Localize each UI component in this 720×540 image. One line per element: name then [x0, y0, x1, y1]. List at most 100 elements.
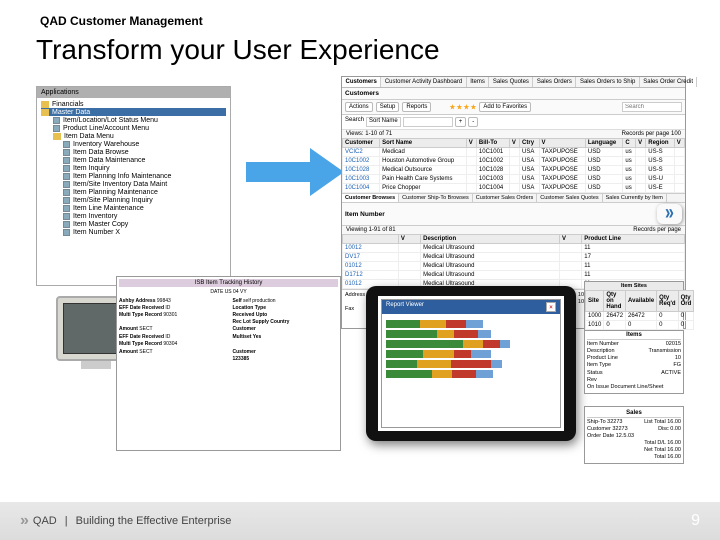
item-icon — [53, 117, 60, 124]
col-header[interactable]: Language — [585, 139, 623, 148]
table-row[interactable]: 01012Medical Ultrasound11 — [343, 262, 685, 271]
sub-tabs: Customer BrowsesCustomer Ship-To Browses… — [342, 193, 685, 203]
tree-node[interactable]: Item/Site Inventory Data Maint — [41, 180, 226, 188]
tree-node[interactable]: Item Planning Info Maintenance — [41, 172, 226, 180]
report-subtitle: DATE US 04 VY — [119, 289, 338, 295]
filter-input[interactable] — [403, 117, 453, 127]
item-icon — [63, 181, 70, 188]
footer: »QAD | Building the Effective Enterprise… — [0, 502, 720, 540]
slide-content: Applications FinancialsMaster DataItem/L… — [36, 76, 684, 456]
setup-button[interactable]: Setup — [376, 102, 400, 112]
pager-range: Views: 1-10 of 71 — [346, 131, 392, 137]
tree-node[interactable]: Item/Location/Lot Status Menu — [41, 116, 226, 124]
item-sites-title: Item Sites — [585, 282, 683, 290]
reports-button[interactable]: Reports — [402, 102, 431, 112]
tree-node[interactable]: Financials — [41, 100, 226, 108]
item-sites-grid: Item Sites SiteQty on HandAvailableQty R… — [584, 281, 684, 331]
tab-customers[interactable]: Customers — [342, 77, 381, 87]
tree-node[interactable]: Item Number X — [41, 228, 226, 236]
table-row[interactable]: 10C1028Medical Outsource10C1028USATAXPUP… — [343, 166, 685, 175]
folder-icon — [41, 101, 49, 108]
tree-node[interactable]: Item Inquiry — [41, 164, 226, 172]
table-row[interactable]: D1712Medical Ultrasound11 — [343, 271, 685, 280]
tab-customer-activity-dashboard[interactable]: Customer Activity Dashboard — [381, 77, 466, 87]
tree-node[interactable]: Item Master Copy — [41, 220, 226, 228]
col-header[interactable]: Region — [646, 139, 675, 148]
col-header[interactable]: V — [509, 139, 519, 148]
subtab[interactable]: Customer Ship-To Browses — [399, 194, 473, 202]
report-title: ISB Item Tracking History — [119, 279, 338, 287]
slide-title: Transform your User Experience — [0, 34, 720, 76]
sub-pager-rpp: Records per page — [633, 227, 681, 233]
subtab[interactable]: Customer Sales Orders — [473, 194, 537, 202]
tree-node[interactable]: Product Line/Account Menu — [41, 124, 226, 132]
search-input[interactable] — [622, 102, 682, 112]
tree-node[interactable]: Item Line Maintenance — [41, 204, 226, 212]
tab-items[interactable]: Items — [467, 77, 490, 87]
tree-node[interactable]: Item Data Maintenance — [41, 156, 226, 164]
toolbar-actions: Actions Setup Reports Add to Favorites — [342, 100, 685, 115]
col-header[interactable]: Customer — [343, 139, 380, 148]
item-icon — [63, 149, 70, 156]
add-favorites-button[interactable]: Add to Favorites — [479, 102, 531, 112]
tablet-chart — [382, 314, 560, 384]
item-icon — [63, 205, 70, 212]
page-number: 9 — [691, 512, 700, 530]
filter-label: Search — [345, 117, 364, 127]
table-row[interactable]: 10C1002Houston Automotive Group10C1002US… — [343, 157, 685, 166]
col-header[interactable]: Ctry — [520, 139, 540, 148]
col-header[interactable]: Sort Name — [380, 139, 467, 148]
subtab[interactable]: Customer Browses — [342, 194, 399, 202]
folder-icon — [41, 109, 49, 116]
footer-logo: »QAD — [20, 512, 57, 530]
table-row[interactable]: 10012Medical Ultrasound11 — [343, 244, 685, 253]
legacy-tree-panel: Applications FinancialsMaster DataItem/L… — [36, 86, 231, 286]
main-tabs: CustomersCustomer Activity DashboardItem… — [342, 77, 685, 88]
tree-node[interactable]: Item Planning Maintenance — [41, 188, 226, 196]
filter-remove-button[interactable]: - — [468, 117, 478, 127]
table-row[interactable]: DV17Medical Ultrasound17 — [343, 253, 685, 262]
col-header[interactable]: C — [623, 139, 636, 148]
tree-node[interactable]: Inventory Warehouse — [41, 140, 226, 148]
item-header: Item Number — [345, 211, 385, 218]
footer-tagline: Building the Effective Enterprise — [76, 515, 232, 527]
item-icon — [53, 125, 60, 132]
filter-field[interactable]: Sort Name — [366, 117, 401, 127]
tab-sales-orders-to-ship[interactable]: Sales Orders to Ship — [576, 77, 639, 87]
footer-separator: | — [65, 515, 68, 527]
filter-add-button[interactable]: + — [455, 117, 467, 127]
customer-grid[interactable]: CustomerSort NameVBill-ToVCtryVLanguageC… — [342, 138, 685, 193]
items-panel-title: Items — [587, 331, 681, 340]
col-header[interactable]: Bill-To — [476, 139, 509, 148]
subtab[interactable]: Sales Currently by Item — [603, 194, 667, 202]
col-header[interactable]: V — [636, 139, 646, 148]
tree-title: Applications — [37, 87, 230, 98]
tab-sales-orders[interactable]: Sales Orders — [533, 77, 576, 87]
actions-button[interactable]: Actions — [345, 102, 373, 112]
tree-node[interactable]: Item/Site Planning Inquiry — [41, 196, 226, 204]
item-icon — [63, 173, 70, 180]
tree-node[interactable]: Item Data Browse — [41, 148, 226, 156]
slide-subtitle: QAD Customer Management — [0, 0, 720, 34]
tree-node[interactable]: Item Inventory — [41, 212, 226, 220]
close-icon[interactable]: × — [546, 302, 556, 312]
item-icon — [63, 229, 70, 236]
table-row[interactable]: 10C1003Pain Health Care Systems10C1003US… — [343, 175, 685, 184]
tree-node[interactable]: Master Data — [41, 108, 226, 116]
tab-sales-quotes[interactable]: Sales Quotes — [489, 77, 533, 87]
col-header[interactable]: V — [539, 139, 585, 148]
item-icon — [63, 213, 70, 220]
subtab[interactable]: Customer Sales Quotes — [537, 194, 602, 202]
table-row[interactable]: 10C1004Price Chopper10C1004USATAXPUPOSEU… — [343, 184, 685, 193]
tab-sales-order-credit[interactable]: Sales Order Credit — [640, 77, 698, 87]
transform-arrow-icon — [246, 148, 346, 196]
item-icon — [63, 165, 70, 172]
favorites-stars-icon — [449, 104, 476, 110]
folder-icon — [53, 133, 61, 140]
item-icon — [63, 157, 70, 164]
col-header[interactable]: V — [466, 139, 476, 148]
tree-node[interactable]: Item Data Menu — [41, 132, 226, 140]
col-header[interactable]: V — [674, 139, 684, 148]
table-row[interactable]: VCIC2Medicad10C1001USATAXPUPOSEUSDusUS-S — [343, 148, 685, 157]
item-icon — [63, 197, 70, 204]
